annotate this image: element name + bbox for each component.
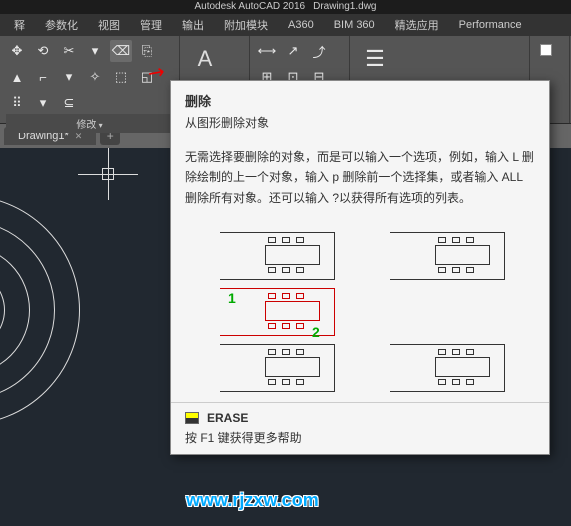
scale-icon[interactable]: ◱ bbox=[136, 66, 158, 88]
watermark: www.rjzxw.com bbox=[186, 490, 319, 511]
erase-icon[interactable]: ⌫ bbox=[110, 40, 132, 62]
tab-featured[interactable]: 精选应用 bbox=[385, 14, 449, 36]
copy-icon[interactable]: ⎘ bbox=[136, 40, 158, 62]
tab-view[interactable]: 视图 bbox=[88, 14, 130, 36]
panel-modify: ✥ ⟲ ✂ ▾ ⌫ ⎘ ▲ ⌐ ▾ ✧ ⬚ ◱ ⠿ ▾ ⊆ 修改 bbox=[0, 36, 180, 123]
offset-icon[interactable]: ⊆ bbox=[58, 92, 80, 114]
diagram-before: 1 2 bbox=[210, 232, 340, 392]
file-name: Drawing1.dwg bbox=[313, 1, 376, 14]
command-name: ERASE bbox=[207, 411, 248, 425]
rotate-icon[interactable]: ⟲ bbox=[32, 40, 54, 62]
tooltip-body: 无需选择要删除的对象，而是可以输入一个选项，例如，输入 L 删除绘制的上一个对象… bbox=[171, 141, 549, 222]
command-icon bbox=[185, 412, 199, 424]
tool-icon[interactable]: ▾ bbox=[58, 66, 80, 88]
move-icon[interactable]: ✥ bbox=[6, 40, 28, 62]
tooltip-diagram: 1 2 bbox=[171, 222, 549, 402]
tab-annotate[interactable]: 释 bbox=[4, 14, 35, 36]
array-icon[interactable]: ⠿ bbox=[6, 92, 28, 114]
tooltip-title: 删除 bbox=[171, 81, 549, 114]
stretch-icon[interactable]: ⬚ bbox=[110, 66, 132, 88]
ribbon-tabs: 释 参数化 视图 管理 输出 附加模块 A360 BIM 360 精选应用 Pe… bbox=[0, 14, 571, 36]
diagram-label-2: 2 bbox=[312, 324, 320, 340]
app-title: Autodesk AutoCAD 2016 bbox=[194, 1, 305, 14]
tooltip-subtitle: 从图形删除对象 bbox=[171, 114, 549, 141]
explode-icon[interactable]: ✧ bbox=[84, 66, 106, 88]
trim-icon[interactable]: ✂ bbox=[58, 40, 80, 62]
tab-bim360[interactable]: BIM 360 bbox=[324, 16, 385, 34]
dim-linear-icon[interactable]: ⟷ bbox=[256, 40, 278, 62]
tooltip-footer: ERASE 按 F1 键获得更多帮助 bbox=[171, 402, 549, 454]
text-icon[interactable]: A bbox=[186, 40, 224, 78]
tab-manage[interactable]: 管理 bbox=[130, 14, 172, 36]
color-swatch[interactable] bbox=[540, 44, 552, 56]
fillet-icon[interactable]: ⌐ bbox=[32, 66, 54, 88]
dim-icon[interactable]: ↗ bbox=[282, 40, 304, 62]
panel-label-modify[interactable]: 修改 bbox=[6, 114, 173, 133]
tool-icon[interactable]: ▾ bbox=[84, 40, 106, 62]
layer-properties-icon[interactable]: ☰ bbox=[356, 40, 394, 78]
tab-output[interactable]: 输出 bbox=[172, 14, 214, 36]
tool-icon[interactable]: ▾ bbox=[32, 92, 54, 114]
crosshair-box bbox=[102, 168, 114, 180]
tab-parametric[interactable]: 参数化 bbox=[35, 14, 88, 36]
mirror-icon[interactable]: ▲ bbox=[6, 66, 28, 88]
tab-addins[interactable]: 附加模块 bbox=[214, 14, 278, 36]
leader-icon[interactable]: ⤴ bbox=[308, 40, 330, 62]
tooltip: 删除 从图形删除对象 无需选择要删除的对象，而是可以输入一个选项，例如，输入 L… bbox=[170, 80, 550, 455]
help-hint: 按 F1 键获得更多帮助 bbox=[185, 429, 535, 446]
diagram-label-1: 1 bbox=[228, 290, 236, 306]
diagram-after bbox=[380, 232, 510, 392]
close-icon[interactable]: ✕ bbox=[75, 131, 83, 142]
title-bar: Autodesk AutoCAD 2016 Drawing1.dwg bbox=[0, 0, 571, 14]
tab-a360[interactable]: A360 bbox=[278, 16, 324, 34]
tab-performance[interactable]: Performance bbox=[449, 16, 532, 34]
